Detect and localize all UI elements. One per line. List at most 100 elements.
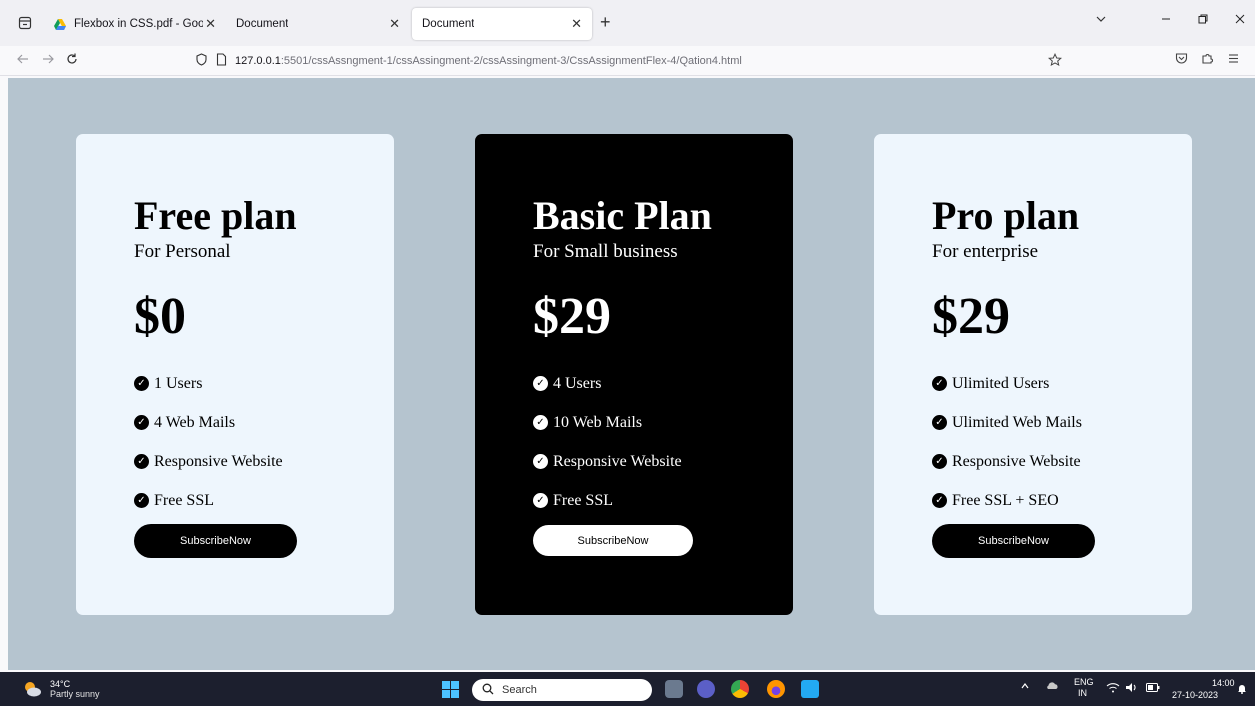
forward-icon[interactable] [41, 52, 55, 69]
plan-name: Basic Plan [533, 193, 712, 238]
browser-window: Flexbox in CSS.pdf - Google Dri ✕ Docume… [0, 0, 1255, 706]
feature-text: 4 Users [553, 374, 602, 392]
minimize-icon[interactable] [1160, 12, 1172, 28]
check-circle-icon: ✓ [533, 376, 548, 391]
pocket-icon[interactable] [1175, 52, 1188, 68]
notification-bell-icon[interactable] [1237, 683, 1247, 697]
check-circle-icon: ✓ [533, 415, 548, 430]
plan-name: Free plan [134, 193, 297, 238]
partly-sunny-weather-icon[interactable] [22, 680, 42, 698]
windows-start-icon[interactable] [442, 681, 459, 698]
check-circle-icon: ✓ [533, 454, 548, 469]
navigation-toolbar: 127.0.0.1:5501/cssAssngment-1/cssAssingm… [0, 46, 1255, 76]
check-circle-icon: ✓ [134, 415, 149, 430]
plan-name: Pro plan [932, 193, 1080, 238]
feature-item: ✓ 1 Users [134, 364, 283, 403]
check-circle-icon: ✓ [134, 493, 149, 508]
feature-text: Free SSL + SEO [952, 491, 1059, 509]
check-circle-icon: ✓ [134, 454, 149, 469]
pricing-card-basic: Basic Plan For Small business $29 ✓ 4 Use… [475, 134, 793, 615]
feature-item: ✓ Free SSL [134, 481, 283, 520]
check-circle-icon: ✓ [932, 493, 947, 508]
tab-close-icon[interactable]: ✕ [389, 16, 400, 32]
feature-item: ✓ 4 Users [533, 364, 682, 403]
reload-icon[interactable] [65, 52, 79, 69]
vscode-icon[interactable] [801, 680, 819, 698]
tab-close-icon[interactable]: ✕ [571, 16, 582, 32]
feature-item: ✓ Free SSL [533, 481, 682, 520]
weather-temperature[interactable]: 34°C [50, 679, 70, 689]
clock-time[interactable]: 14:00 [1212, 678, 1235, 688]
back-icon[interactable] [16, 52, 30, 69]
language-indicator-bottom[interactable]: IN [1078, 688, 1087, 698]
clock-date[interactable]: 27-10-2023 [1172, 690, 1218, 700]
url-host: 127.0.0.1 [235, 55, 281, 67]
weather-condition[interactable]: Partly sunny [50, 689, 100, 699]
teams-chat-icon[interactable] [697, 680, 715, 698]
check-circle-icon: ✓ [134, 376, 149, 391]
plan-subtitle: For Personal [134, 241, 231, 262]
search-placeholder: Search [502, 684, 537, 696]
plan-price: $0 [134, 288, 186, 345]
subscribe-now-button[interactable]: SubscribeNow [932, 524, 1095, 558]
language-indicator-top[interactable]: ENG [1074, 677, 1094, 687]
pricing-card-pro: Pro plan For enterprise $29 ✓ Ulimited Us… [874, 134, 1192, 615]
feature-text: Responsive Website [154, 452, 283, 470]
volume-icon[interactable] [1125, 682, 1139, 696]
plan-subtitle: For enterprise [932, 241, 1039, 262]
close-window-icon[interactable] [1234, 12, 1246, 28]
menu-hamburger-icon[interactable] [1227, 52, 1240, 68]
tab-title: Document [422, 18, 475, 30]
feature-item: ✓ Responsive Website [932, 442, 1082, 481]
firefox-icon[interactable] [767, 680, 785, 698]
feature-list: ✓ 4 Users ✓ 10 Web Mails ✓ Responsive Websi… [533, 364, 682, 520]
feature-item: ✓ 10 Web Mails [533, 403, 682, 442]
restore-icon[interactable] [1197, 12, 1209, 28]
tab-strip: Flexbox in CSS.pdf - Google Dri ✕ Docume… [0, 0, 1255, 46]
feature-text: Responsive Website [952, 452, 1081, 470]
subscribe-now-button[interactable]: SubscribeNow [533, 525, 693, 556]
feature-text: Responsive Website [553, 452, 682, 470]
tab-overflow-chevron-icon[interactable] [1095, 12, 1107, 28]
feature-text: 4 Web Mails [154, 413, 236, 431]
feature-text: 10 Web Mails [553, 413, 643, 431]
wifi-icon[interactable] [1106, 682, 1120, 696]
feature-item: ✓ Responsive Website [134, 442, 283, 481]
list-all-tabs-icon[interactable] [14, 12, 36, 34]
page-content: Free plan For Personal $0 ✓ 1 Users ✓ 4 We… [8, 78, 1255, 670]
new-tab-button[interactable]: + [600, 12, 611, 33]
feature-item: ✓ Responsive Website [533, 442, 682, 481]
check-circle-icon: ✓ [932, 415, 947, 430]
feature-list: ✓ Ulimited Users ✓ Ulimited Web Mails ✓ Res… [932, 364, 1082, 520]
tab-close-icon[interactable]: ✕ [205, 16, 216, 32]
check-circle-icon: ✓ [533, 493, 548, 508]
windows-taskbar: 34°C Partly sunny Search ENG IN 14:00 27… [0, 672, 1255, 706]
tab-title: Document [236, 18, 289, 30]
tracking-protection-shield-icon[interactable] [195, 53, 208, 69]
feature-text: 1 Users [154, 374, 203, 392]
subscribe-now-button[interactable]: SubscribeNow [134, 524, 297, 558]
bookmark-star-icon[interactable] [1047, 52, 1063, 70]
feature-text: Ulimited Users [952, 374, 1050, 392]
feature-text: Ulimited Web Mails [952, 413, 1082, 431]
show-hidden-icons-chevron-icon[interactable] [1020, 681, 1030, 694]
address-bar[interactable]: 127.0.0.1:5501/cssAssngment-1/cssAssingm… [195, 49, 1080, 73]
url-path: :5501/cssAssngment-1/cssAssingment-2/css… [280, 55, 742, 67]
feature-item: ✓ Ulimited Users [932, 364, 1082, 403]
file-explorer-icon[interactable] [665, 680, 683, 698]
pricing-card-free: Free plan For Personal $0 ✓ 1 Users ✓ 4 We… [76, 134, 394, 615]
battery-icon[interactable] [1146, 683, 1160, 695]
chrome-icon[interactable] [731, 680, 749, 698]
check-circle-icon: ✓ [932, 454, 947, 469]
taskbar-search-box[interactable]: Search [472, 679, 652, 701]
tab-document-1[interactable]: Document ✕ [226, 8, 410, 40]
page-info-icon[interactable] [216, 53, 227, 69]
tab-document-active[interactable]: Document ✕ [412, 8, 592, 40]
tab-google-drive[interactable]: Flexbox in CSS.pdf - Google Dri ✕ [44, 8, 226, 40]
tab-title: Flexbox in CSS.pdf - Google Dri [74, 18, 204, 30]
plan-price: $29 [932, 288, 1010, 345]
search-icon [482, 683, 494, 698]
cloud-sync-icon[interactable] [1045, 681, 1059, 694]
feature-item: ✓ 4 Web Mails [134, 403, 283, 442]
extensions-icon[interactable] [1201, 52, 1214, 68]
